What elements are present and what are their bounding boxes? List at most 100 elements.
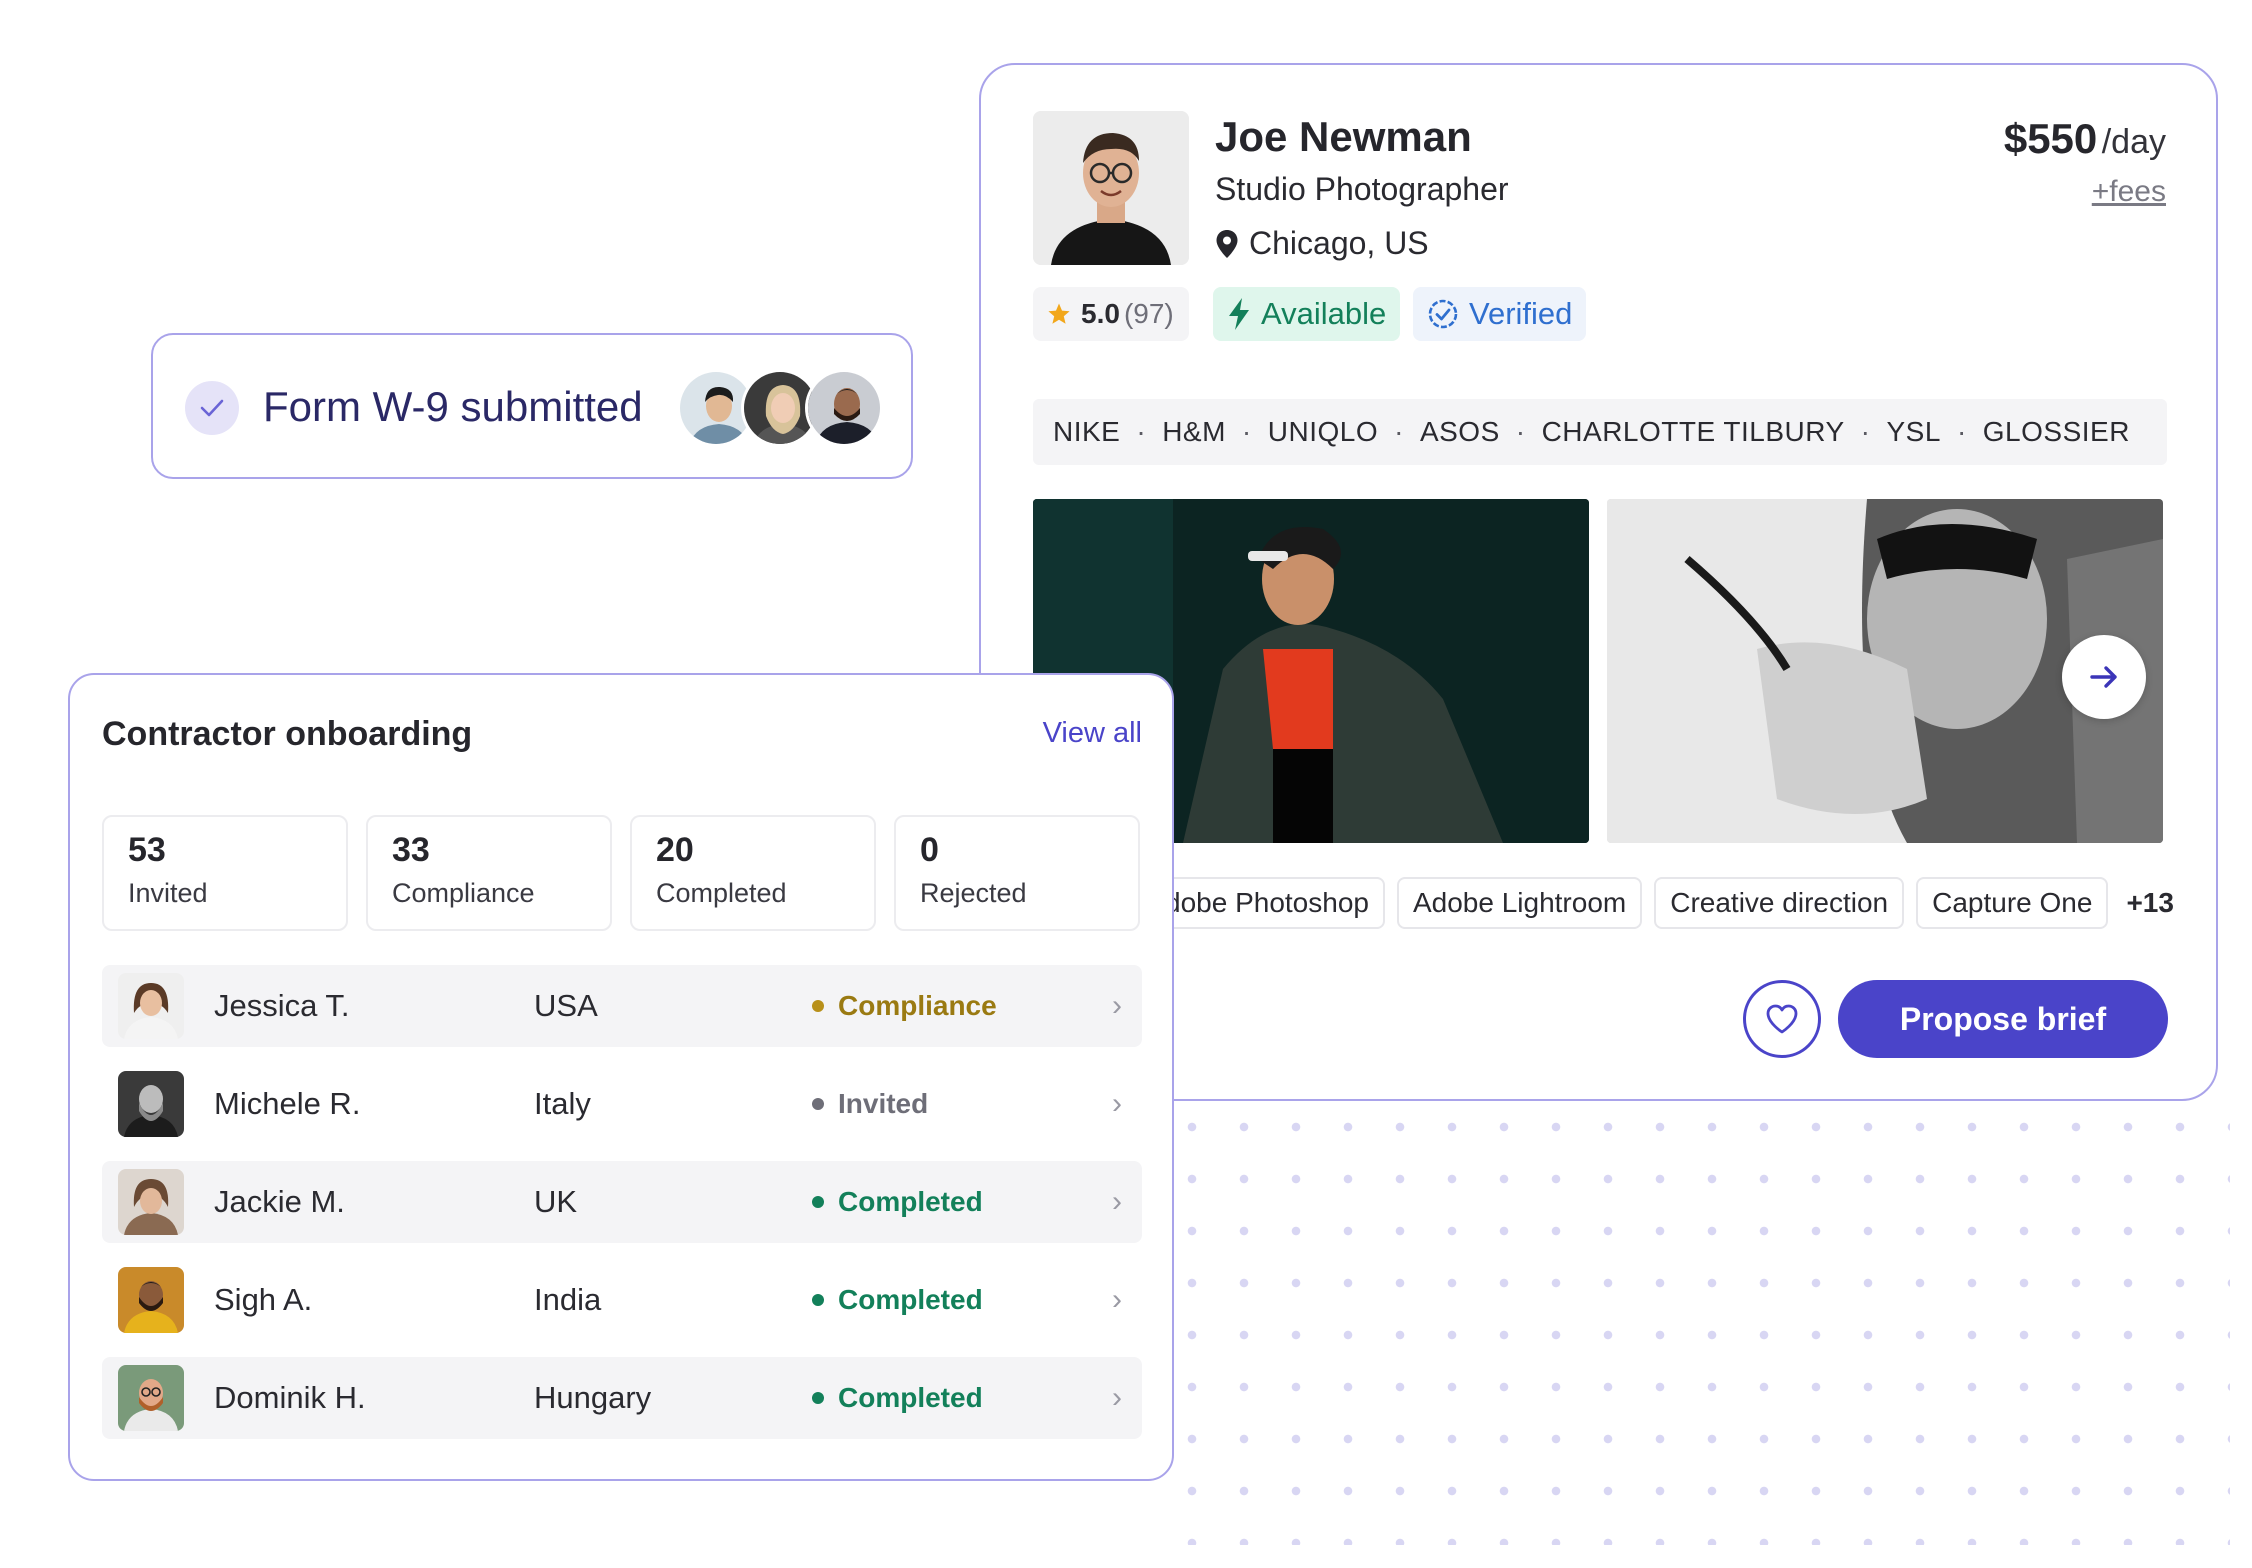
stat-label: Invited (128, 878, 208, 908)
contractor-country: USA (534, 988, 598, 1023)
contractor-name: Jackie M. (214, 1184, 345, 1219)
stat-value: 0 (920, 831, 939, 869)
status-badge: Completed (812, 1382, 983, 1414)
contractor-row[interactable]: Jessica T. USA Compliance › (102, 965, 1142, 1047)
status-dot (812, 1392, 824, 1404)
status-dot (812, 1294, 824, 1306)
stat-label: Rejected (920, 878, 1027, 908)
brand-separator: · (1956, 416, 1967, 447)
stats-row: 53 Invited 33 Compliance 20 Completed 0 … (102, 815, 1140, 931)
contractor-name: Sigh A. (214, 1282, 313, 1317)
status-badge: Invited (812, 1088, 928, 1120)
location-pin-icon (1216, 229, 1238, 258)
rating-value: 5.0 (1081, 298, 1120, 329)
card-title: Contractor onboarding (102, 715, 473, 753)
avatar-stack (677, 369, 883, 447)
brand-separator: · (1136, 416, 1147, 447)
status-text: Completed (838, 1186, 983, 1217)
chevron-right-icon: › (1112, 1283, 1122, 1316)
avatar (805, 369, 883, 447)
skill-tag: dobe Photoshop (1149, 877, 1385, 929)
skill-tag: Creative direction (1654, 877, 1905, 929)
brand-item: NIKE (1053, 416, 1121, 447)
chevron-right-icon: › (1112, 1381, 1122, 1414)
stat-rejected[interactable]: 0 Rejected (894, 815, 1140, 931)
profile-avatar (1033, 111, 1189, 265)
more-skills-count[interactable]: +13 (2126, 887, 2174, 919)
brand-item: UNIQLO (1267, 416, 1379, 447)
brand-item: ASOS (1419, 416, 1500, 447)
brand-separator: · (1860, 416, 1871, 447)
avatar (118, 1267, 184, 1333)
contractor-onboarding-card: Contractor onboarding View all 53 Invite… (68, 673, 1174, 1481)
brand-item: YSL (1886, 416, 1941, 447)
avatar (118, 1169, 184, 1235)
skill-tag: Capture One (1916, 877, 2109, 929)
contractor-name: Michele R. (214, 1086, 361, 1121)
chevron-right-icon: › (1112, 989, 1122, 1022)
stat-value: 20 (656, 831, 694, 869)
contractor-country: India (534, 1282, 602, 1317)
price-unit: /day (2101, 123, 2166, 161)
contractor-country: Italy (534, 1086, 591, 1121)
arrow-right-icon (2090, 666, 2117, 688)
status-dot (812, 1196, 824, 1208)
stat-invited[interactable]: 53 Invited (102, 815, 348, 931)
notification-text: Form W-9 submitted (263, 383, 643, 430)
star-icon (1048, 303, 1070, 324)
brand-item: GLOSSIER (1982, 416, 2130, 447)
lightning-icon (1229, 298, 1249, 330)
propose-brief-button[interactable]: Propose brief (1838, 980, 2168, 1058)
chevron-right-icon: › (1112, 1087, 1122, 1120)
contractor-list: Jessica T. USA Compliance › Michele R. I… (102, 965, 1142, 1455)
brand-item: H&M (1162, 416, 1226, 447)
contractor-name: Dominik H. (214, 1380, 366, 1415)
status-badge: Completed (812, 1284, 983, 1316)
rating-count: (97) (1123, 298, 1174, 329)
avatar (118, 1365, 184, 1431)
profile-role: Studio Photographer (1215, 171, 1509, 207)
dotted-background (1150, 1085, 2230, 1545)
status-text: Completed (838, 1382, 983, 1413)
stat-completed[interactable]: 20 Completed (630, 815, 876, 931)
available-badge: Available (1213, 287, 1401, 341)
status-dot (812, 1000, 824, 1012)
check-icon (185, 381, 239, 435)
stat-label: Compliance (392, 878, 535, 908)
contractor-name: Jessica T. (214, 988, 350, 1023)
carousel-next-button[interactable] (2062, 635, 2146, 719)
contractor-country: UK (534, 1184, 578, 1219)
price-block: $550 /day +fees (2004, 115, 2166, 209)
contractor-row[interactable]: Sigh A. India Completed › (102, 1259, 1142, 1341)
status-badge: Compliance (812, 990, 997, 1022)
brand-item: CHARLOTTE TILBURY (1541, 416, 1845, 447)
stat-value: 53 (128, 831, 166, 869)
stat-label: Completed (656, 878, 787, 908)
status-text: Compliance (838, 990, 997, 1021)
view-all-link[interactable]: View all (1043, 717, 1142, 750)
stat-value: 33 (392, 831, 430, 869)
heart-icon (1766, 1004, 1798, 1034)
verified-badge: Verified (1413, 287, 1587, 341)
contractor-row[interactable]: Michele R. Italy Invited › (102, 1063, 1142, 1145)
status-badge: Completed (812, 1186, 983, 1218)
contractor-country: Hungary (534, 1380, 652, 1415)
status-text: Invited (838, 1088, 929, 1119)
favorite-button[interactable] (1743, 980, 1821, 1058)
rating-badge: 5.0 (97) (1033, 287, 1189, 341)
contractor-row[interactable]: Dominik H. Hungary Completed › (102, 1357, 1142, 1439)
available-label: Available (1261, 296, 1387, 331)
brand-separator: · (1394, 416, 1404, 447)
avatar (118, 1071, 184, 1137)
contractor-row[interactable]: Jackie M. UK Completed › (102, 1161, 1142, 1243)
skill-tags: dobe Photoshop Adobe Lightroom Creative … (1149, 877, 2174, 929)
verified-label: Verified (1469, 296, 1573, 331)
location-text: Chicago, US (1249, 225, 1429, 261)
w9-notification: Form W-9 submitted (151, 333, 913, 479)
skill-tag: Adobe Lightroom (1396, 877, 1643, 929)
fees-link[interactable]: +fees (2004, 175, 2166, 209)
profile-name: Joe Newman (1215, 113, 1472, 160)
price-amount: $550 (2003, 115, 2098, 162)
stat-compliance[interactable]: 33 Compliance (366, 815, 612, 931)
avatar (118, 973, 184, 1039)
